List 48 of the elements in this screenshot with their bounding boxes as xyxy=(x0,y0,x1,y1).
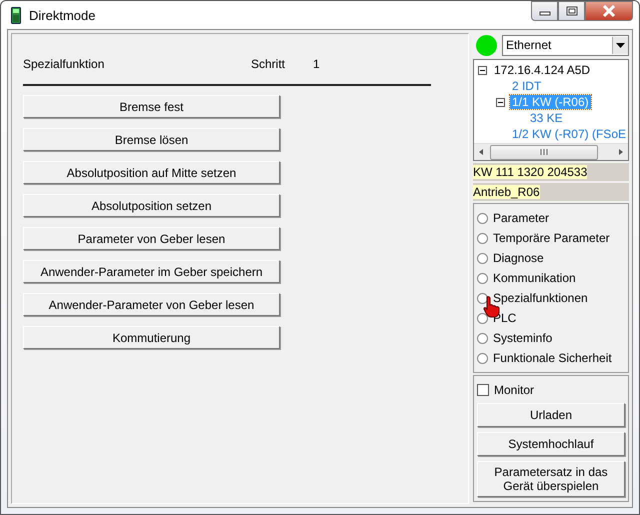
radio-button[interactable] xyxy=(476,212,488,224)
radio-button[interactable] xyxy=(476,232,488,244)
radio-label[interactable]: Systeminfo xyxy=(492,331,552,345)
info-text: KW 111 1320 204533 xyxy=(472,165,588,179)
radio-label[interactable]: Temporäre Parameter xyxy=(492,231,610,245)
action-button[interactable]: Bremse lösen xyxy=(23,128,280,151)
window-title: Direktmode xyxy=(29,8,96,22)
checkbox-label[interactable]: Monitor xyxy=(494,383,534,397)
info-text: Antrieb_R06 xyxy=(472,185,540,199)
tree-item[interactable]: 1/2 KW (-R07) (FSoE xyxy=(510,127,628,141)
device-icon xyxy=(11,6,21,24)
maximize-button[interactable] xyxy=(558,1,585,21)
maximize-icon xyxy=(566,6,578,16)
tree-item[interactable]: 33 KE xyxy=(528,111,565,125)
checkbox[interactable] xyxy=(476,384,489,396)
radio-label[interactable]: Diagnose xyxy=(492,251,544,265)
step-label: Schritt xyxy=(251,57,286,71)
scrollbar-thumb[interactable] xyxy=(490,144,598,160)
minimize-button[interactable] xyxy=(531,1,558,21)
radio-label[interactable]: Spezialfunktionen xyxy=(492,291,588,305)
radio-button[interactable] xyxy=(476,312,488,324)
radio-button[interactable] xyxy=(476,252,488,264)
connection-dropdown[interactable]: Ethernet xyxy=(502,34,629,56)
tree-item[interactable]: 2 IDT xyxy=(510,79,544,93)
action-button[interactable]: Absolutposition setzen xyxy=(23,194,280,217)
action-button[interactable]: Anwender-Parameter im Geber speichern xyxy=(23,260,280,283)
action-button[interactable]: Bremse fest xyxy=(23,95,280,118)
action-button[interactable]: Absolutposition auf Mitte setzen xyxy=(23,161,280,184)
action-button[interactable]: Parameter von Geber lesen xyxy=(23,227,280,250)
action-button[interactable]: Systemhochlauf xyxy=(476,432,625,456)
radio-button[interactable] xyxy=(476,332,488,344)
close-icon xyxy=(602,5,616,17)
grip-icon xyxy=(540,149,548,155)
action-button[interactable]: Parametersatz in das Gerät überspielen xyxy=(476,461,625,497)
action-button[interactable]: Anwender-Parameter von Geber lesen xyxy=(23,293,280,316)
section-title: Spezialfunktion xyxy=(23,57,106,71)
radio-button[interactable] xyxy=(476,272,488,284)
radio-button[interactable] xyxy=(476,352,488,364)
action-button[interactable]: Kommutierung xyxy=(23,326,280,349)
radio-button[interactable] xyxy=(476,292,488,304)
radio-label[interactable]: Kommunikation xyxy=(492,271,576,285)
action-button[interactable]: Urladen xyxy=(476,403,625,427)
close-button[interactable] xyxy=(585,1,633,21)
radio-label[interactable]: Parameter xyxy=(492,211,549,225)
radio-label[interactable]: Funktionale Sicherheit xyxy=(492,351,612,365)
tree-item[interactable]: 172.16.4.124 A5D xyxy=(492,63,592,77)
horizontal-scrollbar[interactable] xyxy=(474,143,628,160)
step-value: 1 xyxy=(313,57,320,71)
